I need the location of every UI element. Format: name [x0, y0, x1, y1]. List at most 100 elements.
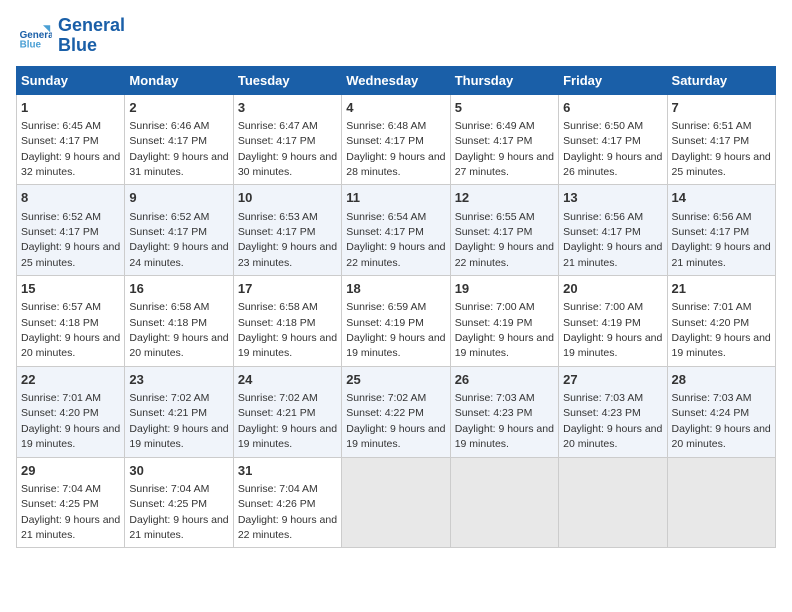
- day-info: Sunrise: 7:02 AMSunset: 4:22 PMDaylight:…: [346, 392, 445, 450]
- day-number: 22: [21, 371, 120, 389]
- day-info: Sunrise: 7:01 AMSunset: 4:20 PMDaylight:…: [672, 301, 771, 359]
- calendar-cell: 22 Sunrise: 7:01 AMSunset: 4:20 PMDaylig…: [17, 366, 125, 457]
- day-info: Sunrise: 7:03 AMSunset: 4:24 PMDaylight:…: [672, 392, 771, 450]
- calendar-cell: 26 Sunrise: 7:03 AMSunset: 4:23 PMDaylig…: [450, 366, 558, 457]
- day-number: 7: [672, 99, 771, 117]
- day-info: Sunrise: 7:04 AMSunset: 4:25 PMDaylight:…: [21, 483, 120, 541]
- calendar-table: SundayMondayTuesdayWednesdayThursdayFrid…: [16, 66, 776, 549]
- day-number: 29: [21, 462, 120, 480]
- day-info: Sunrise: 6:46 AMSunset: 4:17 PMDaylight:…: [129, 120, 228, 178]
- day-number: 13: [563, 189, 662, 207]
- day-number: 5: [455, 99, 554, 117]
- logo-icon: General Blue: [16, 18, 52, 54]
- day-info: Sunrise: 6:53 AMSunset: 4:17 PMDaylight:…: [238, 211, 337, 269]
- calendar-cell: 18 Sunrise: 6:59 AMSunset: 4:19 PMDaylig…: [342, 276, 450, 367]
- day-info: Sunrise: 6:50 AMSunset: 4:17 PMDaylight:…: [563, 120, 662, 178]
- day-info: Sunrise: 7:03 AMSunset: 4:23 PMDaylight:…: [455, 392, 554, 450]
- day-number: 31: [238, 462, 337, 480]
- calendar-cell: 27 Sunrise: 7:03 AMSunset: 4:23 PMDaylig…: [559, 366, 667, 457]
- calendar-cell: 1 Sunrise: 6:45 AMSunset: 4:17 PMDayligh…: [17, 94, 125, 185]
- day-info: Sunrise: 7:04 AMSunset: 4:25 PMDaylight:…: [129, 483, 228, 541]
- week-row-3: 15 Sunrise: 6:57 AMSunset: 4:18 PMDaylig…: [17, 276, 776, 367]
- calendar-cell: 15 Sunrise: 6:57 AMSunset: 4:18 PMDaylig…: [17, 276, 125, 367]
- calendar-cell: 28 Sunrise: 7:03 AMSunset: 4:24 PMDaylig…: [667, 366, 775, 457]
- svg-text:Blue: Blue: [20, 39, 42, 50]
- calendar-cell: [450, 457, 558, 548]
- day-number: 2: [129, 99, 228, 117]
- logo-general: General: [58, 15, 125, 35]
- calendar-header-row: SundayMondayTuesdayWednesdayThursdayFrid…: [17, 66, 776, 94]
- day-info: Sunrise: 6:54 AMSunset: 4:17 PMDaylight:…: [346, 211, 445, 269]
- day-number: 6: [563, 99, 662, 117]
- week-row-5: 29 Sunrise: 7:04 AMSunset: 4:25 PMDaylig…: [17, 457, 776, 548]
- calendar-cell: 24 Sunrise: 7:02 AMSunset: 4:21 PMDaylig…: [233, 366, 341, 457]
- calendar-cell: 23 Sunrise: 7:02 AMSunset: 4:21 PMDaylig…: [125, 366, 233, 457]
- calendar-cell: 19 Sunrise: 7:00 AMSunset: 4:19 PMDaylig…: [450, 276, 558, 367]
- day-number: 30: [129, 462, 228, 480]
- calendar-cell: 13 Sunrise: 6:56 AMSunset: 4:17 PMDaylig…: [559, 185, 667, 276]
- day-number: 3: [238, 99, 337, 117]
- day-number: 11: [346, 189, 445, 207]
- day-number: 27: [563, 371, 662, 389]
- header-friday: Friday: [559, 66, 667, 94]
- header-monday: Monday: [125, 66, 233, 94]
- calendar-cell: 2 Sunrise: 6:46 AMSunset: 4:17 PMDayligh…: [125, 94, 233, 185]
- page-header: General Blue General Blue: [16, 16, 776, 56]
- day-number: 15: [21, 280, 120, 298]
- calendar-cell: [667, 457, 775, 548]
- day-info: Sunrise: 6:51 AMSunset: 4:17 PMDaylight:…: [672, 120, 771, 178]
- calendar-cell: 7 Sunrise: 6:51 AMSunset: 4:17 PMDayligh…: [667, 94, 775, 185]
- day-info: Sunrise: 6:49 AMSunset: 4:17 PMDaylight:…: [455, 120, 554, 178]
- day-info: Sunrise: 6:52 AMSunset: 4:17 PMDaylight:…: [129, 211, 228, 269]
- day-info: Sunrise: 6:57 AMSunset: 4:18 PMDaylight:…: [21, 301, 120, 359]
- day-number: 9: [129, 189, 228, 207]
- calendar-cell: 4 Sunrise: 6:48 AMSunset: 4:17 PMDayligh…: [342, 94, 450, 185]
- calendar-cell: 29 Sunrise: 7:04 AMSunset: 4:25 PMDaylig…: [17, 457, 125, 548]
- calendar-cell: 30 Sunrise: 7:04 AMSunset: 4:25 PMDaylig…: [125, 457, 233, 548]
- day-info: Sunrise: 7:02 AMSunset: 4:21 PMDaylight:…: [129, 392, 228, 450]
- calendar-cell: 5 Sunrise: 6:49 AMSunset: 4:17 PMDayligh…: [450, 94, 558, 185]
- calendar-cell: 14 Sunrise: 6:56 AMSunset: 4:17 PMDaylig…: [667, 185, 775, 276]
- calendar-cell: 8 Sunrise: 6:52 AMSunset: 4:17 PMDayligh…: [17, 185, 125, 276]
- day-info: Sunrise: 7:00 AMSunset: 4:19 PMDaylight:…: [563, 301, 662, 359]
- calendar-cell: [342, 457, 450, 548]
- day-info: Sunrise: 6:45 AMSunset: 4:17 PMDaylight:…: [21, 120, 120, 178]
- calendar-cell: 3 Sunrise: 6:47 AMSunset: 4:17 PMDayligh…: [233, 94, 341, 185]
- day-info: Sunrise: 6:58 AMSunset: 4:18 PMDaylight:…: [238, 301, 337, 359]
- calendar-cell: 21 Sunrise: 7:01 AMSunset: 4:20 PMDaylig…: [667, 276, 775, 367]
- calendar-body: 1 Sunrise: 6:45 AMSunset: 4:17 PMDayligh…: [17, 94, 776, 548]
- calendar-cell: 12 Sunrise: 6:55 AMSunset: 4:17 PMDaylig…: [450, 185, 558, 276]
- day-number: 20: [563, 280, 662, 298]
- day-number: 23: [129, 371, 228, 389]
- day-info: Sunrise: 6:56 AMSunset: 4:17 PMDaylight:…: [672, 211, 771, 269]
- calendar-cell: 9 Sunrise: 6:52 AMSunset: 4:17 PMDayligh…: [125, 185, 233, 276]
- day-info: Sunrise: 7:04 AMSunset: 4:26 PMDaylight:…: [238, 483, 337, 541]
- day-number: 12: [455, 189, 554, 207]
- day-info: Sunrise: 6:58 AMSunset: 4:18 PMDaylight:…: [129, 301, 228, 359]
- day-info: Sunrise: 7:02 AMSunset: 4:21 PMDaylight:…: [238, 392, 337, 450]
- logo-text: General Blue: [58, 16, 125, 56]
- day-number: 1: [21, 99, 120, 117]
- day-number: 19: [455, 280, 554, 298]
- header-sunday: Sunday: [17, 66, 125, 94]
- day-number: 18: [346, 280, 445, 298]
- calendar-cell: [559, 457, 667, 548]
- day-number: 21: [672, 280, 771, 298]
- day-info: Sunrise: 6:52 AMSunset: 4:17 PMDaylight:…: [21, 211, 120, 269]
- day-info: Sunrise: 6:55 AMSunset: 4:17 PMDaylight:…: [455, 211, 554, 269]
- header-wednesday: Wednesday: [342, 66, 450, 94]
- calendar-cell: 31 Sunrise: 7:04 AMSunset: 4:26 PMDaylig…: [233, 457, 341, 548]
- day-number: 14: [672, 189, 771, 207]
- day-number: 16: [129, 280, 228, 298]
- day-number: 26: [455, 371, 554, 389]
- day-info: Sunrise: 6:59 AMSunset: 4:19 PMDaylight:…: [346, 301, 445, 359]
- calendar-cell: 16 Sunrise: 6:58 AMSunset: 4:18 PMDaylig…: [125, 276, 233, 367]
- day-info: Sunrise: 6:47 AMSunset: 4:17 PMDaylight:…: [238, 120, 337, 178]
- week-row-2: 8 Sunrise: 6:52 AMSunset: 4:17 PMDayligh…: [17, 185, 776, 276]
- day-info: Sunrise: 7:03 AMSunset: 4:23 PMDaylight:…: [563, 392, 662, 450]
- day-info: Sunrise: 7:00 AMSunset: 4:19 PMDaylight:…: [455, 301, 554, 359]
- day-number: 17: [238, 280, 337, 298]
- day-number: 8: [21, 189, 120, 207]
- day-info: Sunrise: 6:48 AMSunset: 4:17 PMDaylight:…: [346, 120, 445, 178]
- logo-blue: Blue: [58, 35, 97, 55]
